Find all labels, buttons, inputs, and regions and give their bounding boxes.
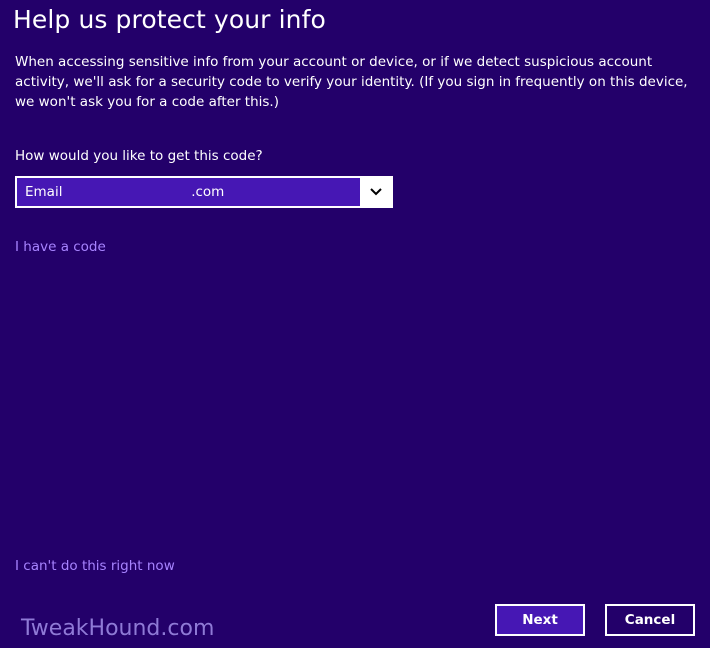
cancel-button[interactable]: Cancel <box>605 604 695 636</box>
cant-do-this-now-link[interactable]: I can't do this right now <box>15 556 175 576</box>
page-title: Help us protect your info <box>13 5 326 34</box>
description-text: When accessing sensitive info from your … <box>15 54 688 110</box>
code-method-question: How would you like to get this code? <box>15 148 263 164</box>
chevron-down-icon[interactable] <box>360 178 391 206</box>
code-method-selected-value: Email .com <box>25 184 225 200</box>
i-have-a-code-link[interactable]: I have a code <box>15 237 106 257</box>
watermark-text: TweakHound.com <box>21 616 215 641</box>
code-method-dropdown[interactable]: Email .com <box>15 176 393 208</box>
next-button[interactable]: Next <box>495 604 585 636</box>
